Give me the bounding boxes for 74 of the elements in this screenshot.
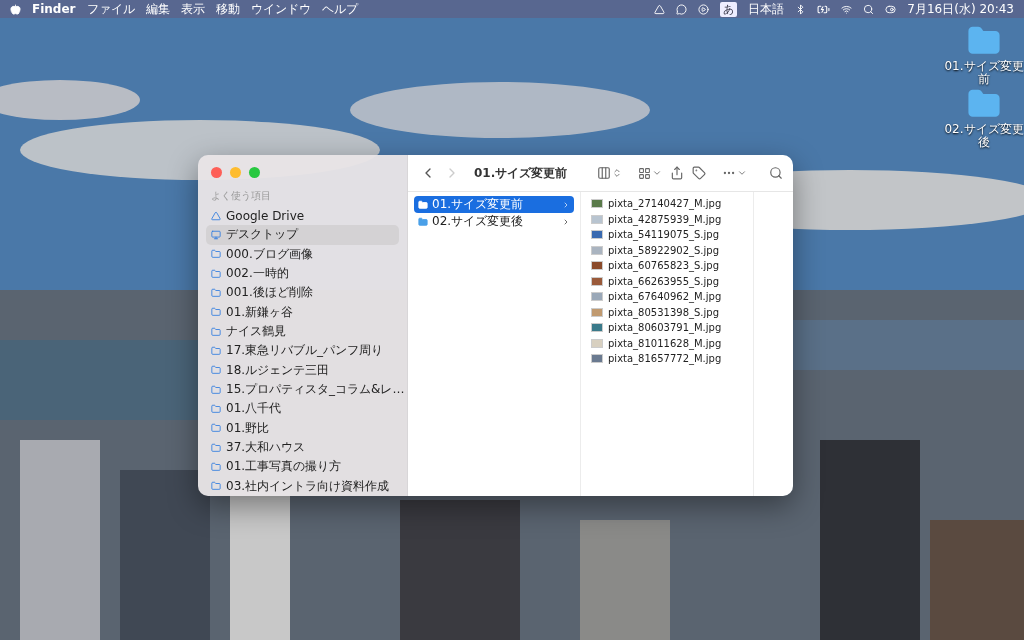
folder-icon xyxy=(211,403,221,414)
menu-item[interactable]: ファイル xyxy=(86,0,135,18)
folder-label: 01.サイズ変更前 xyxy=(944,60,1024,87)
folder-icon xyxy=(211,326,221,337)
folder-label: 02.サイズ変更後 xyxy=(944,123,1024,150)
menu-item[interactable]: 移動 xyxy=(215,0,240,18)
up-down-icon xyxy=(612,168,622,178)
file-item[interactable]: pixta_81011628_M.jpg xyxy=(587,335,747,351)
folder-icon xyxy=(211,307,221,318)
menu-item[interactable]: ヘルプ xyxy=(321,0,358,18)
folder-icon xyxy=(211,423,221,434)
sidebar-item[interactable]: 01.野比 xyxy=(206,418,399,438)
file-item[interactable]: pixta_27140427_M.jpg xyxy=(587,196,747,212)
folder-icon xyxy=(211,287,221,298)
file-item[interactable]: pixta_66263955_S.jpg xyxy=(587,273,747,289)
sidebar-item[interactable]: 01.工事写真の撮り方 xyxy=(206,457,399,477)
sidebar-item[interactable]: 37.大和ハウス xyxy=(206,437,399,458)
clock[interactable]: 7月16日(水) 20:43 xyxy=(907,0,1014,18)
menu-item[interactable]: ウインドウ xyxy=(250,0,311,18)
sidebar-item[interactable]: 001.後ほど削除 xyxy=(206,283,399,303)
file-item[interactable]: pixta_60765823_S.jpg xyxy=(587,258,747,274)
folder-item[interactable]: 02.サイズ変更後 xyxy=(414,213,574,230)
folder-icon xyxy=(418,199,428,210)
folder-item[interactable]: 01.サイズ変更前 xyxy=(414,196,574,213)
search-icon[interactable] xyxy=(769,166,783,180)
folder-icon xyxy=(418,216,428,227)
section-label: よく使う項目 xyxy=(210,189,272,203)
input-mode-indicator[interactable]: あ xyxy=(720,1,738,17)
columns-icon xyxy=(597,166,611,180)
search-icon[interactable] xyxy=(863,3,875,15)
menu-item[interactable]: 表示 xyxy=(180,0,205,18)
drive-icon[interactable] xyxy=(654,3,666,15)
folder-icon xyxy=(211,268,221,279)
drive-icon xyxy=(211,210,221,221)
sidebar-item[interactable]: ナイス鶴見 xyxy=(206,321,399,342)
grid-icon xyxy=(638,166,651,180)
app-menu[interactable]: Finder xyxy=(32,2,76,16)
file-item[interactable]: pixta_54119075_S.jpg xyxy=(587,227,747,243)
sidebar-item[interactable]: 18.ルジェンテ三田 xyxy=(206,360,399,380)
sidebar-item[interactable]: Google Drive xyxy=(206,206,399,226)
desktop-icon xyxy=(211,230,221,240)
tag-icon[interactable] xyxy=(692,166,706,180)
wifi-icon[interactable] xyxy=(841,3,853,15)
caret-icon xyxy=(652,168,662,178)
view-mode-button[interactable] xyxy=(597,166,622,180)
group-button[interactable] xyxy=(638,166,662,180)
sidebar-item[interactable]: デスクトップ xyxy=(206,225,399,245)
folder-icon xyxy=(211,481,221,492)
folder-icon xyxy=(211,442,221,453)
sidebar-item[interactable]: 03.社内イントラ向け資料作成 xyxy=(206,476,399,496)
file-item[interactable]: pixta_80603791_M.jpg xyxy=(587,320,747,336)
file-item[interactable]: pixta_80531398_S.jpg xyxy=(587,304,747,320)
input-language[interactable]: 日本語 xyxy=(748,0,785,18)
sidebar-item[interactable]: 002.一時的 xyxy=(206,264,399,284)
sidebar-item[interactable]: 01.新鎌ヶ谷 xyxy=(206,302,399,322)
sidebar-item[interactable]: 17.東急リバブル_パンフ周り xyxy=(206,341,399,361)
folder-icon xyxy=(211,384,221,395)
sidebar-item[interactable]: 01.八千代 xyxy=(206,399,399,419)
apple-icon[interactable] xyxy=(10,3,21,15)
file-item[interactable]: pixta_42875939_M.jpg xyxy=(587,211,747,227)
sidebar-item[interactable]: 000.ブログ画像 xyxy=(206,244,399,264)
menu-item[interactable]: 編集 xyxy=(145,0,170,18)
folder-icon xyxy=(211,345,221,356)
window-title: 01.サイズ変更前 xyxy=(474,164,568,182)
file-item[interactable]: pixta_58922902_S.jpg xyxy=(587,242,747,258)
folder-icon xyxy=(211,365,221,376)
share-icon[interactable] xyxy=(670,166,684,180)
folder-icon xyxy=(211,249,221,260)
folder-icon xyxy=(211,461,221,472)
file-item[interactable]: pixta_67640962_M.jpg xyxy=(587,289,747,305)
file-item[interactable]: pixta_81657772_M.jpg xyxy=(587,351,747,367)
caret-icon xyxy=(737,168,747,178)
play-icon[interactable] xyxy=(698,3,710,15)
chat-icon[interactable] xyxy=(676,3,688,15)
